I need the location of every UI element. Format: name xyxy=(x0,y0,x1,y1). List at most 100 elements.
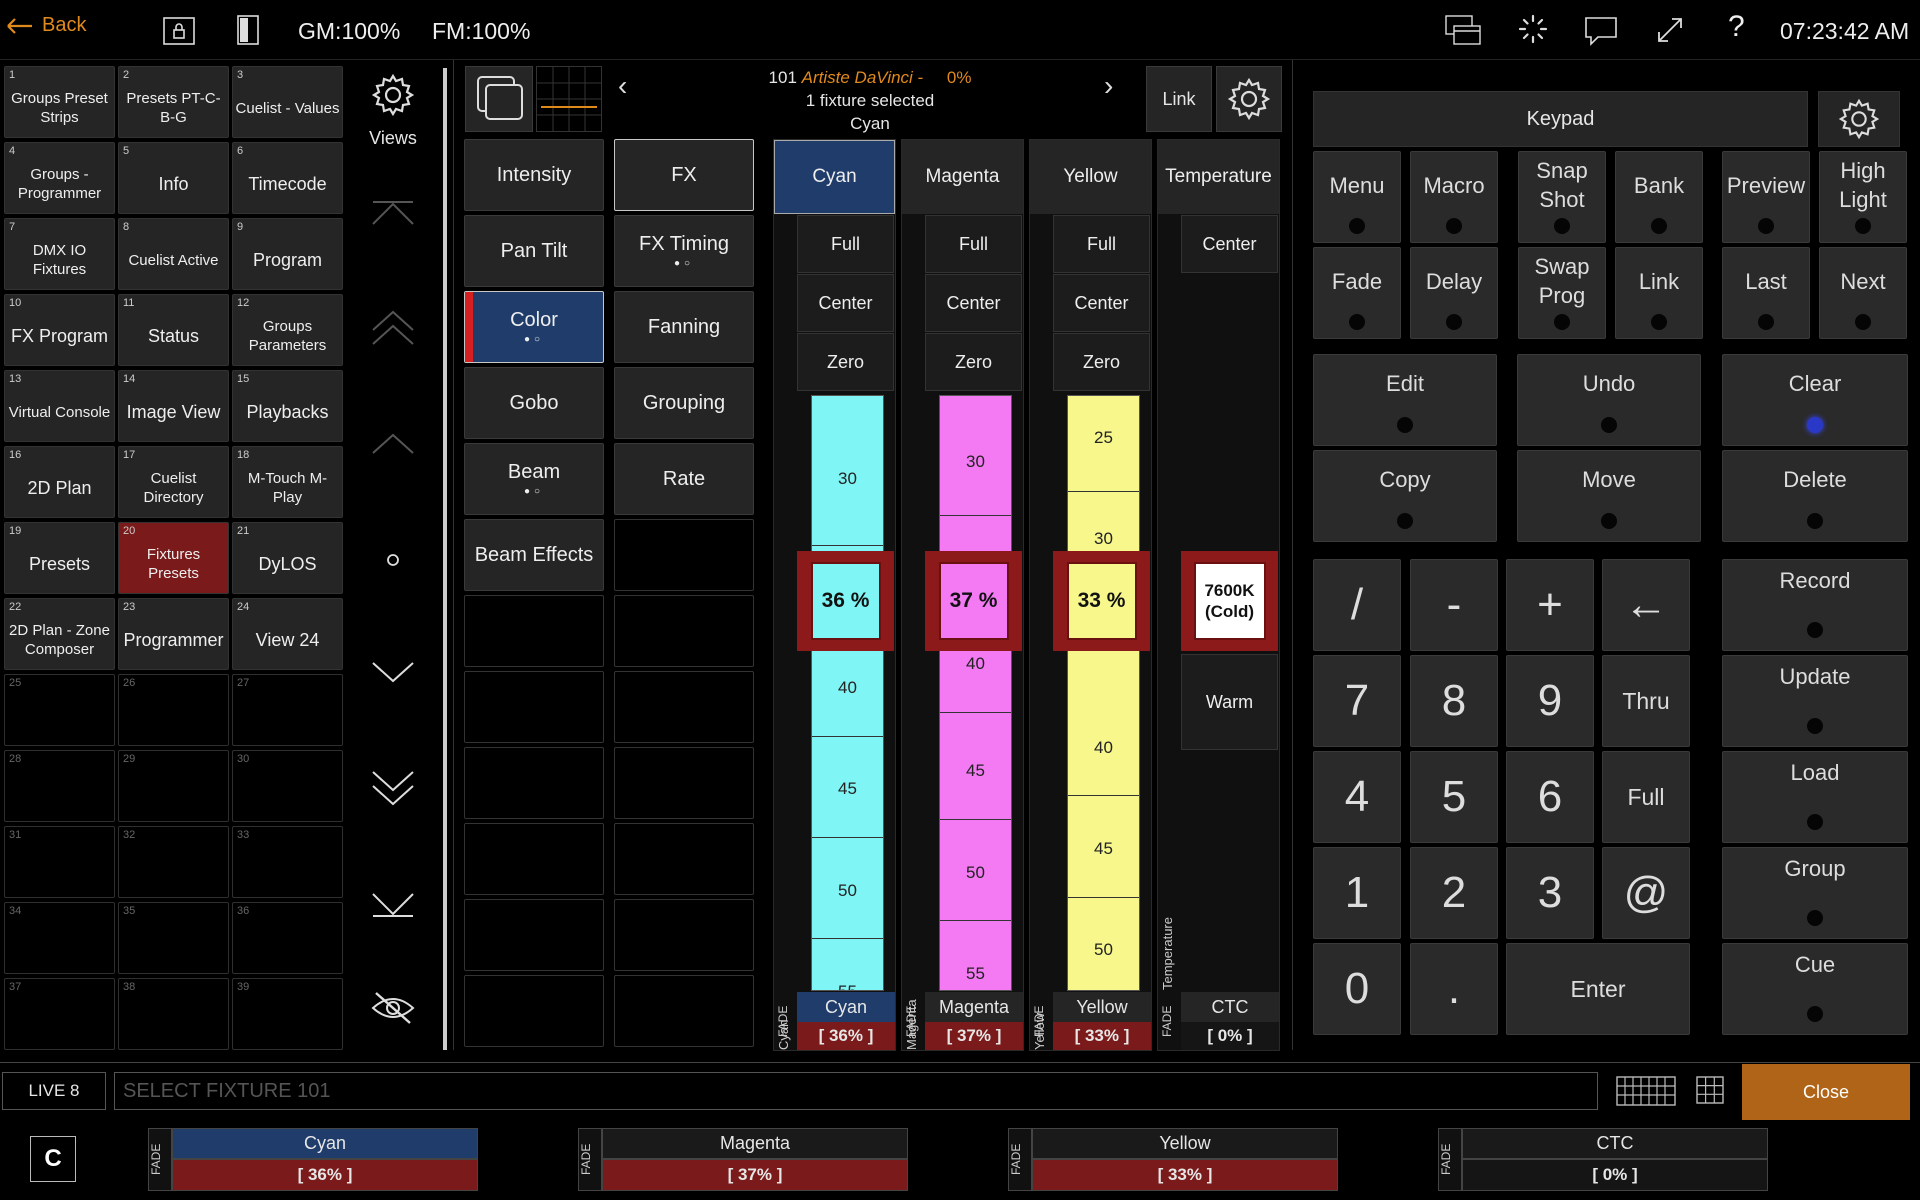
attr-fx-timing[interactable]: FX Timing ●○ xyxy=(614,215,754,287)
fader-center-button[interactable]: Center xyxy=(797,274,894,332)
attr-beam-effects[interactable]: Beam Effects xyxy=(464,519,604,591)
attr-beam[interactable]: Beam ●○ xyxy=(464,443,604,515)
help-icon[interactable]: ? xyxy=(1728,10,1745,44)
key-copy[interactable]: Copy xyxy=(1313,450,1497,542)
fader-header[interactable]: Magenta xyxy=(902,140,1023,214)
grid-icon[interactable] xyxy=(1696,1076,1724,1104)
keypad-settings-button[interactable] xyxy=(1818,91,1900,147)
view-button-36[interactable]: 36 xyxy=(232,902,343,974)
view-button-16[interactable]: 16 2D Plan xyxy=(4,446,115,518)
key-plus[interactable]: + xyxy=(1506,559,1594,651)
view-button-26[interactable]: 26 xyxy=(118,674,229,746)
view-button-5[interactable]: 5 Info xyxy=(118,142,229,214)
key-next[interactable]: Next xyxy=(1819,247,1907,339)
key-delete[interactable]: Delete xyxy=(1722,450,1908,542)
loading-icon[interactable] xyxy=(1518,14,1548,44)
key-link[interactable]: Link xyxy=(1615,247,1703,339)
view-button-18[interactable]: 18 M-Touch M-Play xyxy=(232,446,343,518)
fader-header[interactable]: Cyan xyxy=(774,140,895,214)
view-button-29[interactable]: 29 xyxy=(118,750,229,822)
key-last[interactable]: Last xyxy=(1722,247,1810,339)
scroll-bottom-icon[interactable] xyxy=(348,890,438,920)
key-delay[interactable]: Delay xyxy=(1410,247,1498,339)
view-button-30[interactable]: 30 xyxy=(232,750,343,822)
view-button-24[interactable]: 24 View 24 xyxy=(232,598,343,670)
key-enter[interactable]: Enter xyxy=(1506,943,1690,1035)
attr-grouping[interactable]: Grouping xyxy=(614,367,754,439)
attr-color[interactable]: Color ●○ xyxy=(464,291,604,363)
view-button-15[interactable]: 15 Playbacks xyxy=(232,370,343,442)
view-button-9[interactable]: 9 Program xyxy=(232,218,343,290)
fader-center-button[interactable]: Center xyxy=(1053,274,1150,332)
key-cue[interactable]: Cue xyxy=(1722,943,1908,1035)
back-button[interactable]: Back xyxy=(6,14,86,37)
next-fixture-icon[interactable]: › xyxy=(1104,70,1113,102)
key-move[interactable]: Move xyxy=(1517,450,1701,542)
fader-temperature[interactable]: Temperature Temperature Center 7600K (Co… xyxy=(1157,139,1280,1051)
view-button-10[interactable]: 10 FX Program xyxy=(4,294,115,366)
view-button-1[interactable]: 1 Groups Preset Strips xyxy=(4,66,115,138)
view-button-14[interactable]: 14 Image View xyxy=(118,370,229,442)
view-button-39[interactable]: 39 xyxy=(232,978,343,1050)
key-record[interactable]: Record xyxy=(1722,559,1908,651)
hide-icon[interactable] xyxy=(348,988,438,1028)
fixture-settings-button[interactable] xyxy=(1216,66,1282,132)
page-down-icon[interactable] xyxy=(348,660,438,684)
lock-icon[interactable] xyxy=(162,15,196,47)
fader-center-button[interactable]: Center xyxy=(1181,215,1278,273)
key-1[interactable]: 1 xyxy=(1313,847,1401,939)
fader-center-button[interactable]: Center xyxy=(925,274,1022,332)
key-4[interactable]: 4 xyxy=(1313,751,1401,843)
view-button-17[interactable]: 17 Cuelist Directory xyxy=(118,446,229,518)
view-button-33[interactable]: 33 xyxy=(232,826,343,898)
key-9[interactable]: 9 xyxy=(1506,655,1594,747)
key-group[interactable]: Group xyxy=(1722,847,1908,939)
live-mode[interactable]: LIVE 8 xyxy=(2,1072,106,1110)
chip-cyan[interactable]: FADE Cyan [ 36% ] xyxy=(148,1128,478,1191)
key-high-light[interactable]: High Light xyxy=(1819,151,1907,243)
attr-rate[interactable]: Rate xyxy=(614,443,754,515)
windows-icon[interactable] xyxy=(1444,14,1484,46)
command-line-input[interactable]: SELECT FIXTURE 101 xyxy=(114,1072,1598,1110)
fader-zero-button[interactable]: Zero xyxy=(1053,333,1150,391)
key-update[interactable]: Update xyxy=(1722,655,1908,747)
view-button-4[interactable]: 4 Groups - Programmer xyxy=(4,142,115,214)
view-button-22[interactable]: 22 2D Plan - Zone Composer xyxy=(4,598,115,670)
key-load[interactable]: Load xyxy=(1722,751,1908,843)
key-0[interactable]: 0 xyxy=(1313,943,1401,1035)
fader-color-strip[interactable]: 30 40 45 50 55 xyxy=(939,395,1012,991)
fader-header[interactable]: Temperature xyxy=(1158,140,1279,214)
scroll-top-icon[interactable] xyxy=(348,198,438,228)
view-button-3[interactable]: 3 Cuelist - Values xyxy=(232,66,343,138)
view-button-28[interactable]: 28 xyxy=(4,750,115,822)
key-divide[interactable]: / xyxy=(1313,559,1401,651)
key-snap-shot[interactable]: Snap Shot xyxy=(1518,151,1606,243)
key-full[interactable]: Full xyxy=(1602,751,1690,843)
key-3[interactable]: 3 xyxy=(1506,847,1594,939)
key-bank[interactable]: Bank xyxy=(1615,151,1703,243)
fader-magenta[interactable]: Magenta Magenta Full Center Zero 30 40 45 50 55 37… xyxy=(901,139,1024,1051)
view-button-12[interactable]: 12 Groups Parameters xyxy=(232,294,343,366)
key-5[interactable]: 5 xyxy=(1410,751,1498,843)
chip-magenta[interactable]: FADE Magenta [ 37% ] xyxy=(578,1128,908,1191)
keyboard-icon[interactable] xyxy=(1616,1076,1676,1106)
fader-zero-button[interactable]: Zero xyxy=(797,333,894,391)
view-button-25[interactable]: 25 xyxy=(4,674,115,746)
key-macro[interactable]: Macro xyxy=(1410,151,1498,243)
views-scrollbar[interactable] xyxy=(443,68,447,1050)
view-button-37[interactable]: 37 xyxy=(4,978,115,1050)
master-level-icon[interactable] xyxy=(236,14,262,46)
key-swap-prog[interactable]: Swap Prog xyxy=(1518,247,1606,339)
view-button-21[interactable]: 21 DyLOS xyxy=(232,522,343,594)
view-button-32[interactable]: 32 xyxy=(118,826,229,898)
fader-color-strip[interactable]: 30 40 45 50 55 xyxy=(811,395,884,991)
view-button-38[interactable]: 38 xyxy=(118,978,229,1050)
view-button-2[interactable]: 2 Presets PT-C-B-G xyxy=(118,66,229,138)
chip-yellow[interactable]: FADE Yellow [ 33% ] xyxy=(1008,1128,1338,1191)
key-at[interactable]: @ xyxy=(1602,847,1690,939)
view-button-7[interactable]: 7 DMX IO Fixtures xyxy=(4,218,115,290)
message-icon[interactable] xyxy=(1584,16,1618,46)
fader-current[interactable]: 36 % xyxy=(797,551,894,651)
attr-pan-tilt[interactable]: Pan Tilt xyxy=(464,215,604,287)
view-button-35[interactable]: 35 xyxy=(118,902,229,974)
